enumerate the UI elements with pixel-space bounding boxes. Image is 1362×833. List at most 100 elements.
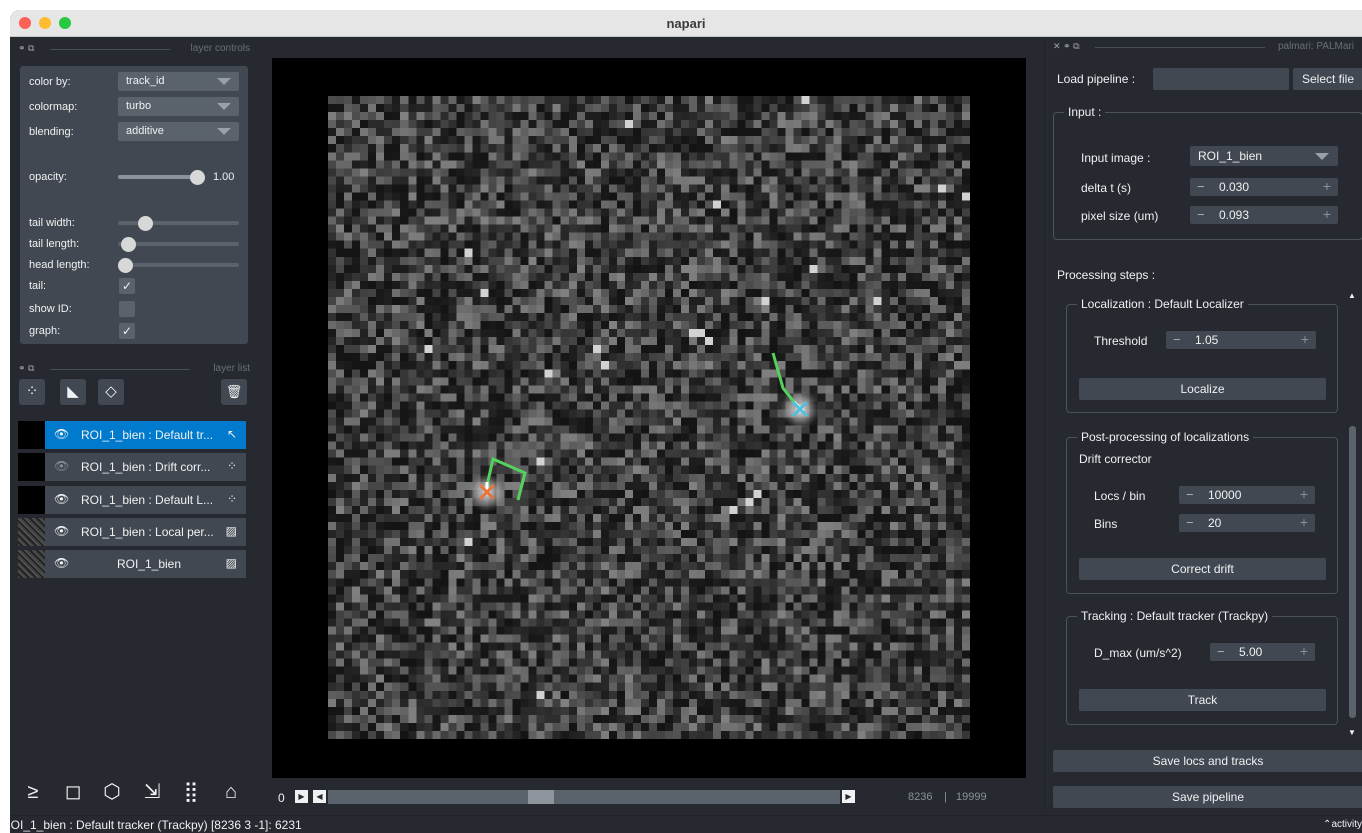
threshold-value: 1.05 — [1195, 333, 1219, 347]
scroll-down-icon[interactable]: ▼ — [1348, 728, 1356, 737]
opacity-slider-handle[interactable] — [190, 170, 205, 185]
increment-icon[interactable]: + — [1301, 331, 1309, 347]
panel-scrollbar[interactable]: ▲ ▼ — [1347, 291, 1357, 737]
input-image-select[interactable]: ROI_1_bien — [1190, 146, 1338, 166]
tail-checkbox[interactable]: ✓ — [119, 278, 135, 294]
increment-icon[interactable]: + — [1300, 514, 1308, 530]
bins-spinbox[interactable]: − 20 + — [1179, 514, 1315, 532]
dock-close-icon[interactable]: ✕ ⚭ ⧉ — [1053, 41, 1080, 52]
select-file-button[interactable]: Select file — [1293, 68, 1362, 90]
increment-icon[interactable]: + — [1300, 643, 1308, 659]
image-icon: ▨ — [225, 556, 237, 570]
blending-value: additive — [126, 125, 164, 137]
points-icon: ⁘ — [226, 459, 237, 473]
new-shapes-icon: ◣ — [67, 383, 79, 400]
activity-button[interactable]: ⌃activity — [1323, 819, 1362, 830]
layer-name: ROI_1_bien — [116, 557, 182, 571]
step-back-button[interactable]: ◀ — [313, 790, 326, 803]
new-points-layer-button[interactable]: ⁘ — [19, 379, 45, 405]
pipeline-path-input[interactable] — [1153, 68, 1289, 90]
localization-group-title: Localization : Default Localizer — [1077, 297, 1248, 311]
decrement-icon[interactable]: − — [1186, 487, 1194, 502]
play-button[interactable]: ▶ — [295, 790, 308, 803]
tail-length-slider-handle[interactable] — [121, 237, 136, 252]
layer-row-drift[interactable]: 👁 ROI_1_bien : Drift corr... ⁘ — [18, 453, 246, 481]
delete-layer-button[interactable]: 🗑 — [221, 379, 247, 405]
home-button[interactable]: ⌂ — [217, 778, 245, 806]
scroll-up-icon[interactable]: ▲ — [1348, 291, 1356, 300]
show-id-label: show ID: — [29, 303, 72, 315]
correct-drift-button[interactable]: Correct drift — [1079, 558, 1326, 580]
decrement-icon[interactable]: − — [1217, 644, 1225, 659]
transpose-icon: ⇲ — [143, 781, 161, 803]
layer-row-local-percentile[interactable]: 👁 ROI_1_bien : Local per... ▨ — [18, 518, 246, 546]
layer-row-localizations[interactable]: 👁 ROI_1_bien : Default L... ⁘ — [18, 486, 246, 514]
save-pipeline-button[interactable]: Save pipeline — [1053, 786, 1362, 808]
dock-float-icon[interactable]: ⚭ ⧉ — [18, 363, 34, 374]
decrement-icon[interactable]: − — [1173, 332, 1181, 347]
console-button[interactable]: ≥ — [19, 778, 47, 806]
localize-button[interactable]: Localize — [1079, 378, 1326, 400]
head-length-slider-handle[interactable] — [118, 258, 133, 273]
colormap-select[interactable]: turbo — [118, 97, 239, 116]
locs-bin-spinbox[interactable]: − 10000 + — [1179, 486, 1315, 504]
tail-width-label: tail width: — [29, 217, 75, 229]
window-title: napari — [666, 16, 706, 31]
eye-icon[interactable]: 👁 — [54, 492, 69, 506]
tracks-icon: ↖ — [226, 427, 237, 441]
head-length-label: head length: — [29, 259, 90, 271]
delta-t-spinbox[interactable]: − 0.030 + — [1190, 178, 1338, 196]
increment-icon[interactable]: + — [1323, 206, 1331, 222]
eye-icon[interactable]: 👁 — [54, 524, 69, 538]
decrement-icon[interactable]: − — [1197, 207, 1205, 222]
time-slider-handle[interactable] — [528, 790, 554, 804]
dmax-value: 5.00 — [1239, 645, 1263, 659]
time-slider[interactable] — [328, 790, 840, 804]
dims-axis-index: 0 — [278, 791, 285, 805]
new-labels-layer-button[interactable]: ◇ — [98, 379, 124, 405]
head-length-slider[interactable] — [118, 263, 239, 267]
dmax-spinbox[interactable]: − 5.00 + — [1210, 643, 1315, 661]
ndisplay-button[interactable]: ◻ — [59, 778, 87, 806]
total-frames: 19999 — [956, 791, 987, 803]
grid-view-button[interactable]: ⣿ — [177, 778, 205, 806]
step-forward-button[interactable]: ▶ — [842, 790, 855, 803]
tail-length-slider[interactable] — [118, 242, 239, 246]
increment-icon[interactable]: + — [1323, 178, 1331, 194]
ndisplay-toggle-icon: ◻ — [64, 781, 82, 803]
current-frame[interactable]: 8236 — [908, 791, 932, 803]
new-labels-icon: ◇ — [105, 383, 117, 400]
dock-float-icon[interactable]: ⚭ ⧉ — [18, 43, 34, 54]
tail-width-slider-handle[interactable] — [138, 216, 153, 231]
increment-icon[interactable]: + — [1300, 486, 1308, 502]
show-id-checkbox[interactable] — [119, 301, 135, 317]
layer-row-image[interactable]: 👁 ROI_1_bien ▨ — [18, 550, 246, 578]
pixel-size-spinbox[interactable]: − 0.093 + — [1190, 206, 1338, 224]
delta-t-label: delta t (s) — [1081, 181, 1132, 195]
delta-t-value: 0.030 — [1219, 180, 1250, 194]
eye-icon[interactable]: 👁 — [54, 556, 69, 570]
graph-checkbox[interactable]: ✓ — [119, 323, 135, 339]
blending-select[interactable]: additive — [118, 122, 239, 141]
tail-width-slider[interactable] — [118, 221, 239, 225]
layer-controls-panel: color by: track_id colormap: turbo blend… — [20, 66, 248, 344]
viewer-canvas[interactable] — [272, 58, 1026, 778]
eye-icon[interactable]: 👁 — [54, 427, 69, 441]
layer-name: ROI_1_bien : Default L... — [81, 493, 214, 507]
decrement-icon[interactable]: − — [1197, 179, 1205, 194]
color-by-select[interactable]: track_id — [118, 72, 239, 91]
decrement-icon[interactable]: − — [1186, 515, 1194, 530]
threshold-spinbox[interactable]: − 1.05 + — [1166, 331, 1316, 349]
play-icon: ▶ — [298, 792, 305, 801]
locs-bin-label: Locs / bin — [1094, 489, 1146, 503]
microscopy-image[interactable] — [328, 96, 970, 739]
layer-row-tracks[interactable]: 👁 ROI_1_bien : Default tr... ↖ — [18, 421, 246, 449]
track-button[interactable]: Track — [1079, 689, 1326, 711]
save-locs-tracks-button[interactable]: Save locs and tracks — [1053, 750, 1362, 772]
home-icon: ⌂ — [224, 781, 238, 803]
scrollbar-handle[interactable] — [1349, 426, 1356, 718]
transpose-button[interactable]: ⇲ — [138, 778, 166, 806]
eye-off-icon[interactable]: 👁 — [54, 459, 69, 473]
roll-axes-button[interactable]: ⬡ — [98, 778, 126, 806]
new-shapes-layer-button[interactable]: ◣ — [60, 379, 86, 405]
